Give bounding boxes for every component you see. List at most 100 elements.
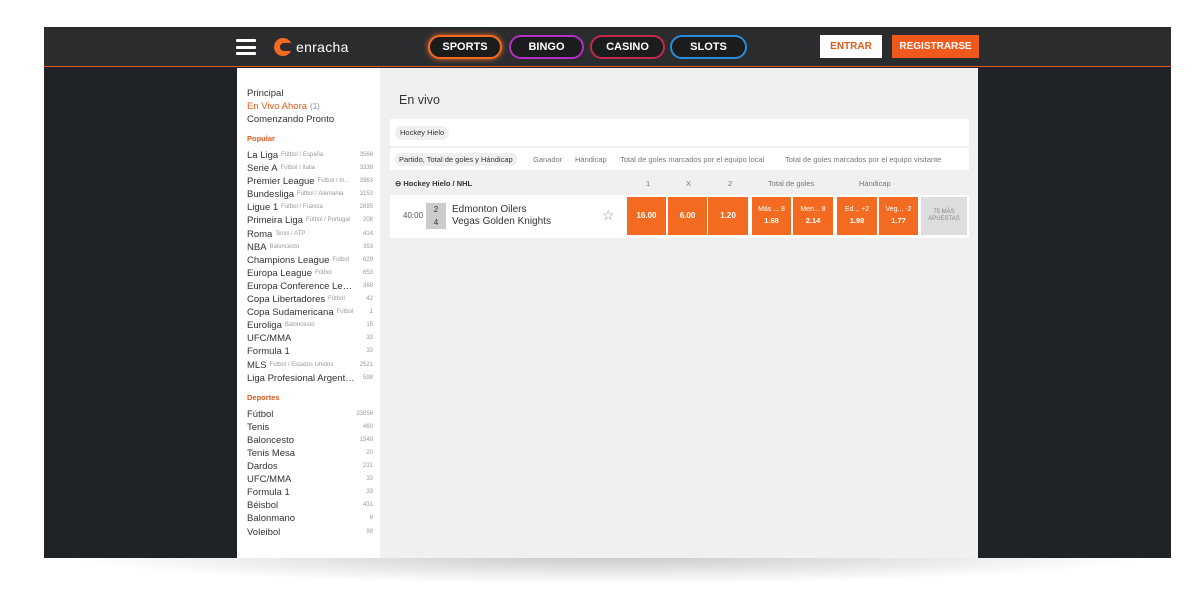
popular-league-item-name: Euroliga: [247, 320, 282, 332]
league-label: ⊖ Hockey Hielo / NHL: [395, 179, 473, 188]
popular-league-item-category: Fútbol / Italia: [280, 165, 315, 172]
sport-item[interactable]: UFC/MMA 33: [247, 473, 373, 486]
popular-league-item[interactable]: Copa Sudamericana Fútbol 1: [247, 306, 373, 319]
odds-total-over[interactable]: Más ... 8 1.68: [752, 197, 791, 235]
sport-item[interactable]: Voleibol 99: [247, 526, 373, 539]
home-team-name[interactable]: Edmonton Oilers: [452, 204, 526, 215]
popular-league-item-name: Serie A: [247, 163, 278, 175]
popular-league-item-category: Fútbol: [332, 256, 350, 263]
sport-chip-hockey-hielo[interactable]: Hockey Hielo: [395, 126, 450, 140]
site-logo[interactable]: enracha: [274, 37, 349, 57]
odds-draw[interactable]: 6.00: [668, 197, 707, 235]
tab-total-goles-visitante[interactable]: Total de goles marcados por el equipo vi…: [785, 153, 941, 166]
odds-handicap-home[interactable]: Ed... +2 1.98: [837, 197, 877, 235]
popular-league-item[interactable]: Bundesliga Fútbol / Alemania 3153: [247, 188, 373, 201]
tab-total-goles-local[interactable]: Total de goles marcados por el equipo lo…: [620, 153, 764, 166]
popular-league-item-category: Fútbol: [314, 269, 332, 276]
odds-value: 1.77: [891, 216, 906, 225]
sidebar-link-en-vivo[interactable]: En Vivo Ahora (1): [247, 100, 380, 113]
popular-league-item-count: 33: [366, 335, 373, 342]
sport-item-count: 431: [362, 502, 373, 509]
popular-league-item-name: Champions League: [247, 254, 330, 266]
popular-league-item-name: Ligue 1: [247, 202, 279, 214]
sport-item[interactable]: Fútbol 33056: [247, 408, 373, 421]
sport-item-name: UFC/MMA: [247, 474, 292, 486]
sport-item-count: 33: [366, 489, 373, 496]
popular-league-item[interactable]: UFC/MMA 33: [247, 332, 373, 345]
popular-league-item[interactable]: Europa Conference Lea... 368: [247, 280, 373, 293]
popular-league-item-count: 208: [362, 217, 373, 224]
sport-filter-bar: Hockey Hielo: [390, 119, 969, 146]
login-button[interactable]: ENTRAR: [820, 35, 882, 58]
nav-casino-button[interactable]: CASINO: [590, 35, 665, 59]
popular-league-item-count: 2521: [359, 361, 373, 368]
column-header-handicap: Hándicap: [859, 179, 891, 188]
live-count: (1): [310, 102, 320, 111]
odds-total-under[interactable]: Men... 8 2.14: [793, 197, 833, 235]
sport-item[interactable]: Béisbol 431: [247, 499, 373, 512]
sport-item[interactable]: Baloncesto 1549: [247, 434, 373, 447]
away-team-name[interactable]: Vegas Golden Knights: [452, 216, 551, 227]
league-group-header[interactable]: ⊖ Hockey Hielo / NHL 1 X 2 Total de gole…: [390, 176, 969, 192]
sidebar-link-comenzando-pronto[interactable]: Comenzando Pronto: [247, 113, 380, 126]
main-content: En vivo Hockey Hielo Partido, Total de g…: [380, 68, 978, 558]
popular-league-item-category: Baloncesto: [284, 322, 315, 329]
tab-handicap[interactable]: Hándicap: [575, 153, 607, 166]
nav-bingo-button[interactable]: BINGO: [509, 35, 584, 59]
popular-league-item-category: Fútbol / Portugal: [305, 217, 350, 224]
tab-partido-total-handicap[interactable]: Partido, Total de goles y Hándicap: [395, 153, 517, 166]
favorite-star-icon[interactable]: ☆: [602, 208, 615, 222]
popular-league-item[interactable]: Roma Tenis / ATP 414: [247, 228, 373, 241]
register-button[interactable]: REGISTRARSE: [892, 35, 979, 58]
sport-item-count: 20: [366, 449, 373, 456]
scoreboard: 2 4: [426, 203, 446, 229]
odds-away-win[interactable]: 1.20: [708, 197, 748, 235]
popular-league-item[interactable]: Premier League Fútbol / In... 3963: [247, 175, 373, 188]
popular-league-item-count: 1: [369, 309, 373, 316]
popular-league-item-count: 414: [362, 230, 373, 237]
popular-league-item[interactable]: Serie A Fútbol / Italia 3338: [247, 162, 373, 175]
column-header-total-goles: Total de goles: [768, 179, 815, 188]
sports-sidebar: Principal En Vivo Ahora (1) Comenzando Pr…: [237, 68, 380, 558]
event-row[interactable]: 40:00 2 4 Edmonton Oilers Vegas Golden K…: [390, 195, 969, 238]
column-header-x: X: [686, 179, 692, 188]
sport-item-count: 1549: [359, 436, 373, 443]
popular-league-item[interactable]: Champions League Fútbol 629: [247, 254, 373, 267]
tab-ganador[interactable]: Ganador: [533, 153, 562, 166]
sport-item[interactable]: Tenis 460: [247, 421, 373, 434]
sport-item-name: Baloncesto: [247, 434, 295, 446]
sport-item[interactable]: Formula 1 33: [247, 486, 373, 499]
popular-league-item-name: Copa Sudamericana: [247, 307, 334, 319]
odds-label: Men... 8: [800, 206, 826, 213]
popular-league-item[interactable]: Copa Libertadores Fútbol 42: [247, 293, 373, 306]
popular-league-item[interactable]: Europa League Fútbol 653: [247, 267, 373, 280]
odds-handicap-away[interactable]: Veg... -2 1.77: [879, 197, 918, 235]
popular-league-item-category: Fútbol: [336, 309, 354, 316]
popular-league-item[interactable]: Ligue 1 Fútbol / Francia 2895: [247, 201, 373, 214]
popular-league-item[interactable]: MLS Fútbol / Estados Unidos 2521: [247, 359, 373, 372]
sport-item-name: Balonmano: [247, 513, 296, 525]
hamburger-menu-icon[interactable]: [236, 39, 256, 55]
sport-item-count: 460: [362, 423, 373, 430]
nav-slots-button[interactable]: SLOTS: [670, 35, 747, 59]
sport-item[interactable]: Balonmano 6: [247, 512, 373, 525]
sport-item-name: Dardos: [247, 461, 278, 473]
popular-league-item[interactable]: La Liga Fútbol / España 3566: [247, 149, 373, 162]
popular-league-item[interactable]: Primeira Liga Fútbol / Portugal 208: [247, 214, 373, 227]
popular-league-item[interactable]: Formula 1 33: [247, 345, 373, 358]
popular-league-item-count: 353: [362, 243, 373, 250]
popular-league-item[interactable]: NBA Baloncesto 353: [247, 241, 373, 254]
nav-sports-button[interactable]: SPORTS: [428, 35, 502, 59]
odds-home-win[interactable]: 16.00: [627, 197, 666, 235]
page-title: En vivo: [399, 93, 440, 107]
sport-item[interactable]: Tenis Mesa 20: [247, 447, 373, 460]
odds-label: Veg... -2: [885, 206, 912, 213]
popular-league-item-name: Premier League: [247, 176, 315, 188]
popular-league-item[interactable]: Liga Profesional Argenti... 598: [247, 372, 373, 385]
odds-label: Ed... +2: [844, 206, 870, 213]
more-bets-button[interactable]: 75 MÁS APUESTAS: [921, 197, 967, 235]
popular-league-item-category: Fútbol / Alemania: [297, 191, 344, 198]
sidebar-link-principal[interactable]: Principal: [247, 87, 380, 100]
popular-league-item[interactable]: Euroliga Baloncesto 15: [247, 319, 373, 332]
sport-item[interactable]: Dardos 231: [247, 460, 373, 473]
